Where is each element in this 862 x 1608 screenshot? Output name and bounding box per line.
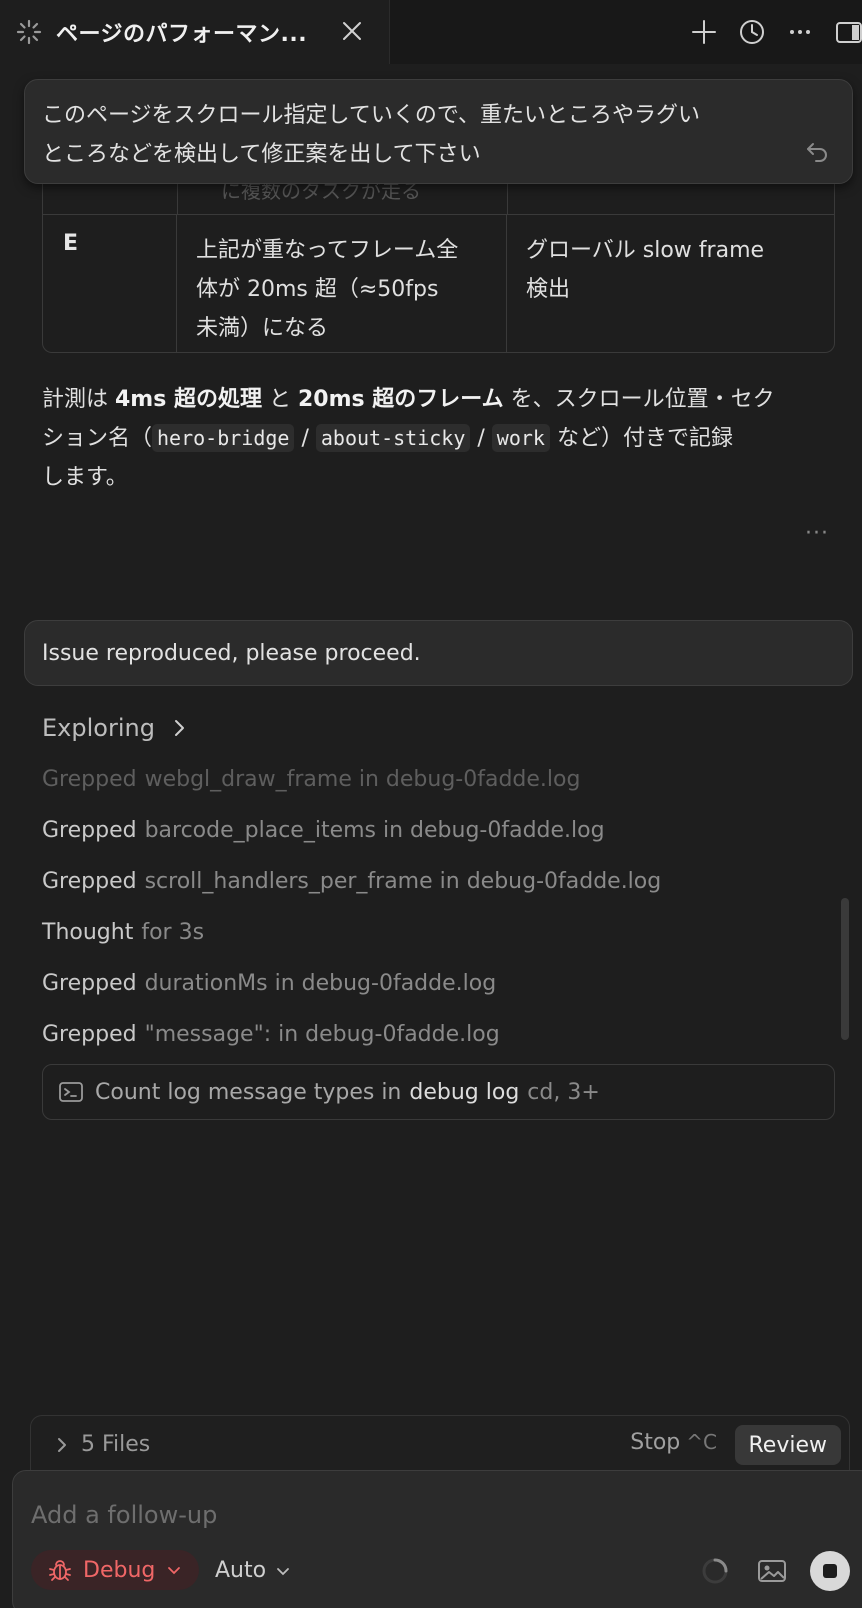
user-message[interactable]: Issue reproduced, please proceed.: [24, 620, 853, 686]
more-icon[interactable]: [786, 18, 814, 46]
image-icon[interactable]: [757, 1557, 787, 1585]
chevron-right-icon[interactable]: [53, 1436, 71, 1454]
activity-list: Grepped webgl_draw_frame in debug-0fadde.…: [42, 754, 822, 1060]
user-message-text: Issue reproduced, please proceed.: [42, 640, 421, 666]
stop-button[interactable]: Stop ^C: [630, 1430, 717, 1455]
panel-toggle-icon[interactable]: [834, 18, 862, 46]
table-cell-detection: グローバル slow frame 検出: [526, 238, 765, 302]
model-label: Auto: [215, 1558, 267, 1583]
scrollbar[interactable]: [841, 898, 849, 1040]
table-row: E 上記が重なってフレーム全 体が 20ms 超（≈50fps 未満）になる グ…: [43, 214, 834, 352]
results-table: に複数のタスクが走る E 上記が重なってフレーム全 体が 20ms 超（≈50f…: [42, 165, 835, 353]
loading-icon: [702, 1558, 728, 1584]
exploring-label: Exploring: [42, 714, 155, 742]
table-cell-condition: 上記が重なってフレーム全 体が 20ms 超（≈50fps 未満）になる: [177, 215, 507, 352]
list-item: Grepped webgl_draw_frame in debug-0fadde.…: [42, 767, 581, 792]
toolbar-actions: [690, 0, 862, 64]
follow-up-input[interactable]: Add a follow-up: [31, 1501, 217, 1529]
undo-icon[interactable]: [804, 138, 830, 164]
pinned-message-line2: ところなどを検出して修正案を出して下さい: [42, 142, 481, 167]
mode-label: Debug: [83, 1557, 156, 1583]
tab-title: ページのパフォーマン...: [56, 22, 308, 47]
inline-code: about-sticky: [315, 424, 471, 452]
model-selector[interactable]: Auto: [215, 1558, 290, 1583]
mode-selector[interactable]: Debug: [31, 1550, 199, 1590]
composer: Add a follow-up Debug Auto: [12, 1470, 862, 1608]
files-bar: 5 Files Stop ^C Review: [30, 1415, 850, 1473]
stop-icon: [823, 1564, 837, 1578]
inline-code: work: [491, 424, 550, 452]
pinned-user-message[interactable]: このページをスクロール指定していくので、重たいところやラグい ところなどを検出し…: [24, 79, 853, 184]
list-item: Grepped durationMs in debug-0fadde.log: [42, 971, 497, 996]
exploring-toggle[interactable]: Exploring: [42, 714, 189, 742]
list-item: Grepped scroll_handlers_per_frame in debu…: [42, 869, 662, 894]
terminal-icon: [59, 1082, 83, 1102]
plus-icon[interactable]: [690, 18, 718, 46]
review-button[interactable]: Review: [734, 1425, 841, 1465]
terminal-command[interactable]: Count log message types in debug log cd,…: [42, 1064, 835, 1120]
chevron-down-icon: [277, 1567, 289, 1575]
list-item: Grepped barcode_place_items in debug-0fad…: [42, 818, 605, 843]
files-toggle[interactable]: 5 Files: [81, 1432, 150, 1457]
tab-active[interactable]: ページのパフォーマン...: [0, 0, 390, 64]
chevron-right-icon: [174, 720, 184, 736]
table-cell-key: E: [43, 215, 177, 352]
list-item: Thought for 3s: [42, 920, 205, 945]
pinned-message-line1: このページをスクロール指定していくので、重たいところやラグい: [42, 103, 701, 128]
chevron-down-icon: [168, 1567, 181, 1575]
bug-icon: [49, 1560, 71, 1581]
inline-code: hero-bridge: [152, 424, 295, 452]
close-icon[interactable]: [339, 18, 365, 44]
assistant-paragraph: 計測は 4ms 超の処理 と 20ms 超のフレーム を、スクロール位置・セク …: [42, 387, 775, 490]
message-more-icon[interactable]: ···: [805, 521, 829, 546]
tab-bar: ページのパフォーマン...: [0, 0, 862, 64]
history-icon[interactable]: [738, 18, 766, 46]
spinner-icon: [16, 19, 42, 45]
stop-generation-button[interactable]: [810, 1551, 850, 1591]
list-item: Grepped "message": in debug-0fadde.log: [42, 1022, 500, 1047]
